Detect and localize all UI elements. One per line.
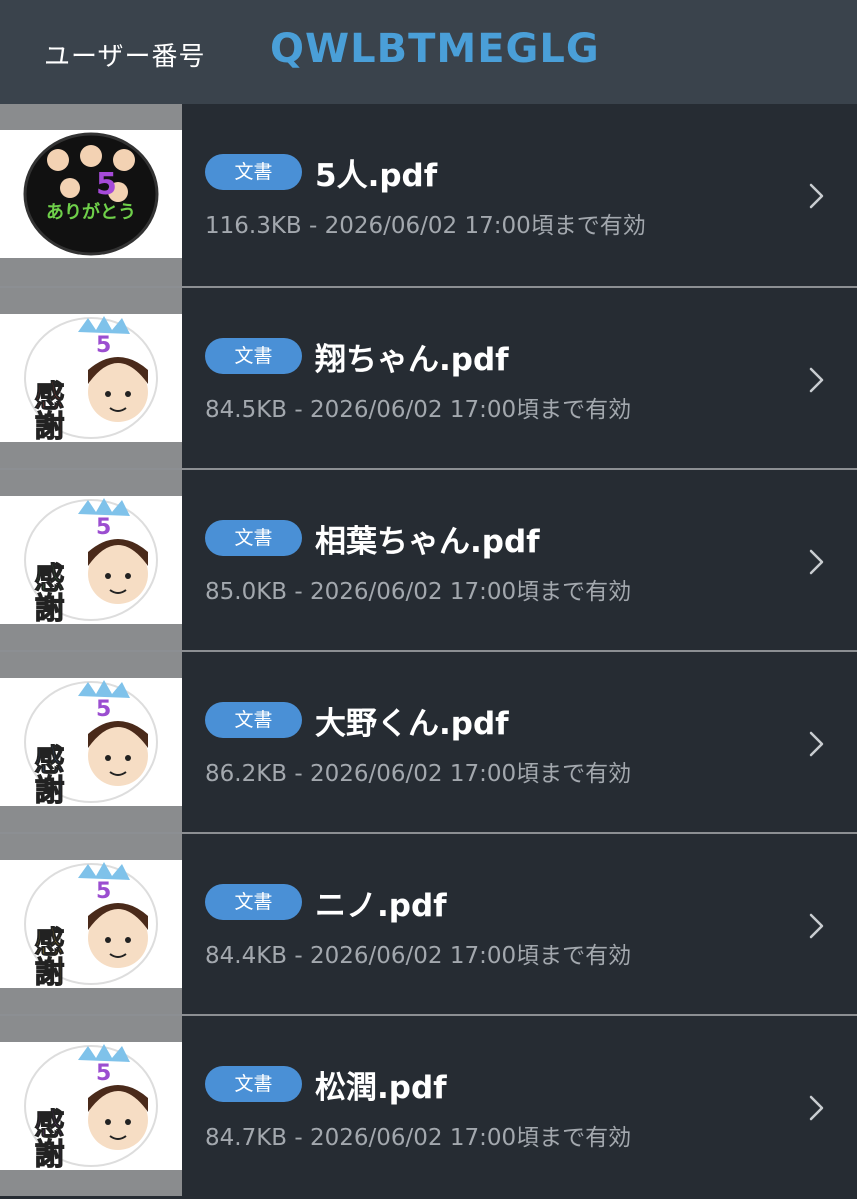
chevron-right-icon[interactable] (808, 1094, 826, 1122)
file-thumbnail: 5 ありがとう (0, 104, 182, 286)
file-thumbnail: 感謝 5 (0, 834, 182, 1014)
chevron-right-icon[interactable] (808, 182, 826, 210)
file-row[interactable]: 感謝 5 文書 相葉ちゃん.pdf 85.0KB - 2026/06/02 17… (0, 468, 857, 650)
thumb-text: 感謝 (29, 926, 65, 986)
thumb-text: 感謝 (29, 1108, 65, 1168)
file-thumbnail: 感謝 5 (0, 652, 182, 832)
file-thumbnail: 感謝 5 (0, 288, 182, 468)
thumb-text: 感謝 (29, 380, 65, 440)
chevron-right-icon[interactable] (808, 912, 826, 940)
user-code: QWLBTMEGLG (270, 26, 600, 72)
thumb-text: ありがとう (46, 201, 136, 223)
file-name: ニノ.pdf (315, 888, 447, 924)
file-name: 相葉ちゃん.pdf (315, 524, 540, 560)
file-name: 松潤.pdf (315, 1070, 447, 1106)
file-meta: 116.3KB - 2026/06/02 17:00頃まで有効 (205, 213, 646, 239)
file-row[interactable]: 感謝 5 文書 ニノ.pdf 84.4KB - 2026/06/02 17:00… (0, 832, 857, 1014)
document-badge: 文書 (205, 1066, 302, 1102)
file-name: 大野くん.pdf (315, 706, 509, 742)
document-badge: 文書 (205, 520, 302, 556)
thumbnail-image: 感謝 5 (0, 860, 182, 988)
file-name: 翔ちゃん.pdf (315, 342, 509, 378)
file-name: 5人.pdf (315, 158, 438, 194)
file-list: 5 ありがとう 文書 5人.pdf 116.3KB - 2026/06/02 1… (0, 104, 857, 1196)
file-meta: 84.4KB - 2026/06/02 17:00頃まで有効 (205, 943, 632, 969)
document-badge: 文書 (205, 702, 302, 738)
document-badge: 文書 (205, 338, 302, 374)
chevron-right-icon[interactable] (808, 366, 826, 394)
document-badge: 文書 (205, 884, 302, 920)
svg-text:5: 5 (96, 1061, 111, 1086)
thumbnail-image: 感謝 5 (0, 314, 182, 442)
thumbnail-image: 感謝 5 (0, 678, 182, 806)
file-thumbnail: 感謝 5 (0, 1016, 182, 1196)
file-meta: 84.5KB - 2026/06/02 17:00頃まで有効 (205, 397, 632, 423)
thumbnail-image: 感謝 5 (0, 496, 182, 624)
file-row[interactable]: 感謝 5 文書 翔ちゃん.pdf 84.5KB - 2026/06/02 17:… (0, 286, 857, 468)
thumb-text: 感謝 (29, 562, 65, 622)
chevron-right-icon[interactable] (808, 548, 826, 576)
file-meta: 84.7KB - 2026/06/02 17:00頃まで有効 (205, 1125, 632, 1151)
svg-text:5: 5 (96, 167, 117, 202)
header-bar: ユーザー番号 QWLBTMEGLG (0, 0, 857, 104)
thumbnail-image: 感謝 5 (0, 1042, 182, 1170)
svg-text:5: 5 (96, 879, 111, 904)
thumbnail-image: 5 ありがとう (0, 130, 182, 258)
file-row[interactable]: 5 ありがとう 文書 5人.pdf 116.3KB - 2026/06/02 1… (0, 104, 857, 286)
file-row[interactable]: 感謝 5 文書 大野くん.pdf 86.2KB - 2026/06/02 17:… (0, 650, 857, 832)
file-row[interactable]: 感謝 5 文書 松潤.pdf 84.7KB - 2026/06/02 17:00… (0, 1014, 857, 1196)
user-number-label: ユーザー番号 (44, 42, 206, 72)
chevron-right-icon[interactable] (808, 730, 826, 758)
document-badge: 文書 (205, 154, 302, 190)
file-thumbnail: 感謝 5 (0, 470, 182, 650)
thumb-text: 感謝 (29, 744, 65, 804)
file-meta: 86.2KB - 2026/06/02 17:00頃まで有効 (205, 761, 632, 787)
svg-text:5: 5 (96, 515, 111, 540)
svg-text:5: 5 (96, 697, 111, 722)
file-meta: 85.0KB - 2026/06/02 17:00頃まで有効 (205, 579, 632, 605)
svg-text:5: 5 (96, 333, 111, 358)
